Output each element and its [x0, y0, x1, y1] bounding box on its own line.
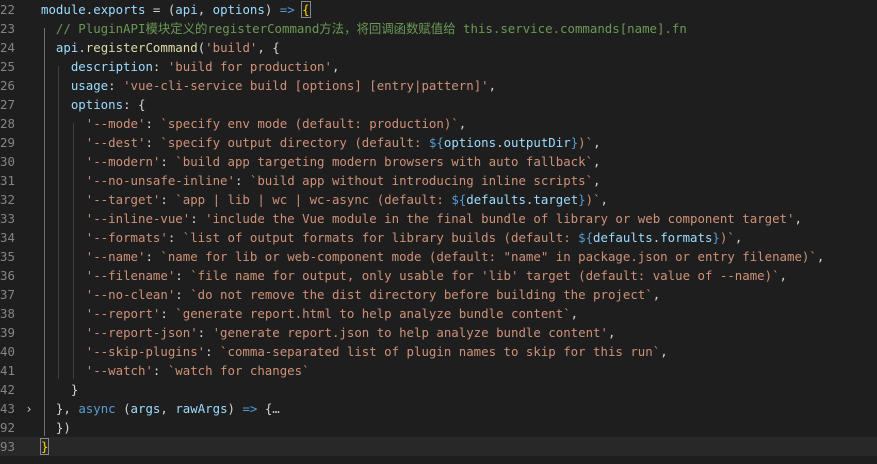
code-text: })	[41, 420, 71, 435]
code-text: '--no-clean': `do not remove the dist di…	[85, 287, 661, 302]
code-editor[interactable]: 22 module.exports = (api, options) => {23…	[0, 0, 877, 464]
line-number: 43	[0, 401, 15, 416]
line-number: 24	[0, 40, 15, 55]
code-text: '--inline-vue': 'include the Vue module …	[85, 211, 802, 226]
code-text: // PluginAPI模块定义的registerCommand方法，将回调函数…	[55, 21, 687, 36]
line-number: 30	[0, 154, 15, 169]
code-text: '--skip-plugins': `comma-separated list …	[85, 344, 668, 359]
code-line[interactable]: 36 '--filename': `file name for output, …	[0, 266, 877, 285]
line-number: 36	[0, 268, 15, 283]
code-text: }	[41, 382, 79, 397]
code-text: '--no-unsafe-inline': `build app without…	[85, 173, 601, 188]
line-number: 23	[0, 21, 15, 36]
code-line[interactable]: 33 '--inline-vue': 'include the Vue modu…	[0, 209, 877, 228]
code-text: '--mode': `specify env mode (default: pr…	[85, 116, 467, 131]
code-line[interactable]: 92 })	[0, 418, 877, 437]
code-text: '--name': `name for lib or web-component…	[85, 249, 825, 264]
line-number: 33	[0, 211, 15, 226]
code-text: module.exports = (api, options) => {	[41, 1, 311, 18]
code-line[interactable]: 93}	[0, 437, 877, 456]
code-line[interactable]: 29 '--dest': `specify output directory (…	[0, 133, 877, 152]
code-line[interactable]: 27 options: {	[0, 95, 877, 114]
code-text: }	[39, 438, 50, 455]
code-text: '--filename': `file name for output, onl…	[85, 268, 788, 283]
fold-chevron-icon[interactable]: ›	[22, 399, 36, 418]
code-line[interactable]: 40 '--skip-plugins': `comma-separated li…	[0, 342, 877, 361]
line-number: 37	[0, 287, 15, 302]
code-text: }, async (args, rawArgs) => {…	[41, 401, 280, 416]
line-number: 32	[0, 192, 15, 207]
line-number: 38	[0, 306, 15, 321]
line-number: 92	[0, 420, 15, 435]
code-line[interactable]: 43 › }, async (args, rawArgs) => {…	[0, 399, 877, 418]
code-line[interactable]: 39 '--report-json': 'generate report.jso…	[0, 323, 877, 342]
line-number: 22	[0, 2, 15, 17]
code-line[interactable]: 22 module.exports = (api, options) => {	[0, 0, 877, 19]
code-line[interactable]: 30 '--modern': `build app targeting mode…	[0, 152, 877, 171]
code-text: usage: 'vue-cli-service build [options] …	[70, 78, 497, 93]
code-line[interactable]: 38 '--report': `generate report.html to …	[0, 304, 877, 323]
code-text: description: 'build for production',	[70, 59, 340, 74]
code-line[interactable]: 26 usage: 'vue-cli-service build [option…	[0, 76, 877, 95]
line-number: 42	[0, 382, 15, 397]
code-text: options: {	[70, 97, 146, 112]
code-text: api.registerCommand('build', {	[55, 40, 280, 55]
code-text: '--modern': `build app targeting modern …	[85, 154, 601, 169]
code-line[interactable]: 37 '--no-clean': `do not remove the dist…	[0, 285, 877, 304]
code-line[interactable]: 23 // PluginAPI模块定义的registerCommand方法，将回…	[0, 19, 877, 38]
line-number: 27	[0, 97, 15, 112]
line-number: 35	[0, 249, 15, 264]
line-number: 39	[0, 325, 15, 340]
line-number: 29	[0, 135, 15, 150]
code-line[interactable]: 25 description: 'build for production',	[0, 57, 877, 76]
line-number: 34	[0, 230, 15, 245]
code-line[interactable]: 32 '--target': `app | lib | wc | wc-asyn…	[0, 190, 877, 209]
code-text: '--watch': `watch for changes`	[85, 363, 310, 378]
code-text: '--formats': `list of output formats for…	[85, 230, 743, 245]
code-text: '--report': `generate report.html to hel…	[85, 306, 579, 321]
code-line[interactable]: 35 '--name': `name for lib or web-compon…	[0, 247, 877, 266]
code-line[interactable]: 31 '--no-unsafe-inline': `build app with…	[0, 171, 877, 190]
line-number: 31	[0, 173, 15, 188]
line-number: 40	[0, 344, 15, 359]
code-text: '--report-json': 'generate report.json t…	[85, 325, 616, 340]
code-line[interactable]: 42 }	[0, 380, 877, 399]
code-text: '--target': `app | lib | wc | wc-async (…	[85, 192, 609, 207]
code-line[interactable]: 41 '--watch': `watch for changes`	[0, 361, 877, 380]
line-number: 28	[0, 116, 15, 131]
code-line[interactable]: 34 '--formats': `list of output formats …	[0, 228, 877, 247]
line-number: 93	[0, 439, 15, 454]
code-line[interactable]: 24 api.registerCommand('build', {	[0, 38, 877, 57]
line-number: 26	[0, 78, 15, 93]
code-line[interactable]: 28 '--mode': `specify env mode (default:…	[0, 114, 877, 133]
line-number: 25	[0, 59, 15, 74]
code-text: '--dest': `specify output directory (def…	[85, 135, 601, 150]
line-number: 41	[0, 363, 15, 378]
